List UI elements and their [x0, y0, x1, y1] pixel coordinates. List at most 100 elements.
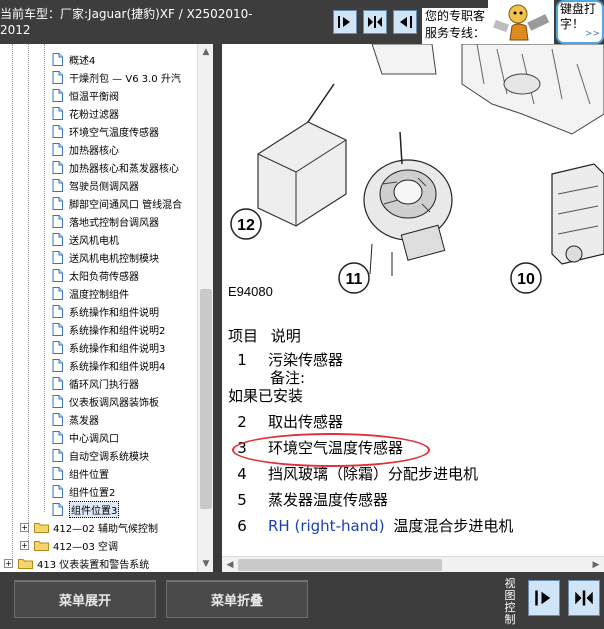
- document-horizontal-scrollbar[interactable]: ◀ ▶: [222, 556, 604, 572]
- arrow-right-bar-icon: [338, 16, 350, 28]
- tree-item[interactable]: 落地式控制台调风器: [52, 212, 159, 230]
- tree-item[interactable]: 组件位置2: [52, 482, 115, 500]
- tree-item-label: 送风机电机控制模块: [69, 253, 159, 265]
- legend-header-item: 项目: [228, 327, 259, 345]
- tree-item[interactable]: 系统操作和组件说明2: [52, 320, 165, 338]
- tree-item-label: 温度控制组件: [69, 289, 129, 301]
- document-scroll-thumb[interactable]: [238, 559, 442, 571]
- tree-item[interactable]: 环境空气温度传感器: [52, 122, 159, 140]
- legend-row-4: 4 挡风玻璃（除霜）分配步进电机: [237, 465, 479, 483]
- folder-icon: [18, 558, 33, 569]
- document-icon: [52, 376, 63, 390]
- tree-item[interactable]: 组件位置: [52, 464, 109, 482]
- view-control-label: 视图控制: [504, 577, 516, 626]
- header-bar: 当前车型：厂家:Jaguar(捷豹)XF / X2502010- 2012 您的…: [0, 0, 604, 44]
- tree-folder[interactable]: +412—02 辅助气候控制: [20, 518, 158, 536]
- split-view-button[interactable]: [363, 10, 387, 34]
- arrow-right-bar-icon: [535, 590, 551, 606]
- expand-icon[interactable]: +: [4, 558, 13, 568]
- folder-icon: [34, 522, 49, 533]
- tree-item[interactable]: 脚部空间通风口 管线混合: [52, 194, 182, 212]
- tree-item-label: 自动空调系统模块: [69, 451, 149, 463]
- tree-item-label: 中心调风口: [69, 433, 119, 445]
- document-icon: [52, 232, 63, 246]
- hotline-line1: 您的专职客: [425, 9, 486, 23]
- document-icon: [52, 466, 63, 480]
- document-icon: [52, 358, 63, 372]
- tree-vertical-scrollbar[interactable]: ▲ ▼: [197, 44, 213, 572]
- tree-item[interactable]: 送风机电机控制模块: [52, 248, 159, 266]
- view-show-left-button[interactable]: [528, 580, 560, 616]
- tree-item-label: 系统操作和组件说明4: [69, 361, 166, 373]
- highlight-ellipse: [232, 433, 430, 467]
- tree-item-label: 组件位置2: [69, 487, 116, 499]
- tree-item[interactable]: 概述4: [52, 50, 95, 68]
- view-split-button[interactable]: [568, 580, 600, 616]
- current-car-model: 当前车型：厂家:Jaguar(捷豹)XF / X2502010- 2012: [0, 6, 330, 38]
- tree-item-label: 组件位置3: [69, 500, 120, 518]
- document-icon: [52, 412, 63, 426]
- expand-icon[interactable]: +: [20, 540, 29, 550]
- legend-header-desc: 说明: [270, 327, 301, 345]
- callout-12: 12: [230, 208, 262, 240]
- tree-item[interactable]: 温度控制组件: [52, 284, 129, 302]
- tree-item[interactable]: 花粉过滤器: [52, 104, 119, 122]
- tree-item-label: 落地式控制台调风器: [69, 217, 159, 229]
- show-right-panel-button[interactable]: [393, 10, 417, 34]
- tree-item-label: 系统操作和组件说明3: [69, 343, 166, 355]
- tree-item[interactable]: 系统操作和组件说明: [52, 302, 159, 320]
- chat-bubble[interactable]: 键盘打 字！ >>: [556, 0, 604, 44]
- tree-folder[interactable]: +413 仪表装置和警告系统: [4, 554, 149, 572]
- tree-folder-label: 413 仪表装置和警告系统: [37, 559, 150, 571]
- tree-item-label: 系统操作和组件说明: [69, 307, 159, 319]
- tree-item-label: 花粉过滤器: [69, 109, 119, 121]
- legend-note: 备注:: [270, 369, 306, 387]
- tree-item[interactable]: 加热器核心和蒸发器核心: [52, 158, 179, 176]
- legend-note-detail: 如果已安装: [228, 387, 304, 405]
- document-icon: [52, 178, 63, 192]
- app-window: 当前车型：厂家:Jaguar(捷豹)XF / X2502010- 2012 您的…: [0, 0, 604, 629]
- tree-item[interactable]: 蒸发器: [52, 410, 99, 428]
- document-icon: [52, 160, 63, 174]
- split-arrows-icon: [368, 16, 382, 28]
- document-icon: [52, 52, 63, 66]
- document-icon: [52, 214, 63, 228]
- rh-link-text: RH (right-hand): [268, 517, 385, 535]
- tree-item[interactable]: 中心调风口: [52, 428, 119, 446]
- tree-item[interactable]: 循环风门执行器: [52, 374, 139, 392]
- document-icon: [52, 268, 63, 282]
- tree-item[interactable]: 恒温平衡阀: [52, 86, 119, 104]
- tree-item[interactable]: 加热器核心: [52, 140, 119, 158]
- car-model-line1: 当前车型：厂家:Jaguar(捷豹)XF / X2502010-: [0, 7, 253, 21]
- tree-folder[interactable]: +412—03 空调: [20, 536, 118, 554]
- tree-item[interactable]: 自动空调系统模块: [52, 446, 149, 464]
- tree-item[interactable]: 仪表板调风器装饰板: [52, 392, 159, 410]
- tree-item[interactable]: 送风机电机: [52, 230, 119, 248]
- figure-id: E94080: [228, 284, 273, 299]
- collapse-menu-button[interactable]: 菜单折叠: [166, 580, 308, 618]
- document-icon: [52, 448, 63, 462]
- folder-icon: [34, 540, 49, 551]
- expand-menu-button[interactable]: 菜单展开: [14, 580, 156, 618]
- svg-text:10: 10: [517, 271, 535, 288]
- tree-item[interactable]: 系统操作和组件说明4: [52, 356, 165, 374]
- tree-item[interactable]: 组件位置3: [52, 500, 120, 518]
- document-icon: [52, 484, 63, 498]
- tree-item[interactable]: 系统操作和组件说明3: [52, 338, 165, 356]
- bubble-more-link[interactable]: >>: [585, 27, 600, 42]
- legend-header: 项目 说明: [228, 326, 301, 346]
- tree-item-label: 太阳负荷传感器: [69, 271, 139, 283]
- show-left-panel-button[interactable]: [333, 10, 357, 34]
- tree-item-label: 脚部空间通风口 管线混合: [69, 199, 183, 211]
- arrow-left-bar-icon: [400, 16, 412, 28]
- tree-item[interactable]: 干燥剂包 — V6 3.0 升汽: [52, 68, 181, 86]
- tree-item-label: 概述4: [69, 55, 96, 67]
- legend-row-6: 6 RH (right-hand) 温度混合步进电机: [237, 517, 514, 535]
- tree-item[interactable]: 驾驶员侧调风器: [52, 176, 139, 194]
- navigation-tree[interactable]: 概述4 干燥剂包 — V6 3.0 升汽 恒温平衡阀 花粉过滤器 环境空气温度传感器 加热…: [0, 44, 213, 572]
- tree-scroll-thumb[interactable]: [200, 289, 212, 509]
- expand-icon[interactable]: +: [20, 522, 29, 532]
- tree-item[interactable]: 太阳负荷传感器: [52, 266, 139, 284]
- split-arrows-icon: [575, 590, 593, 606]
- tree-item-label: 系统操作和组件说明2: [69, 325, 166, 337]
